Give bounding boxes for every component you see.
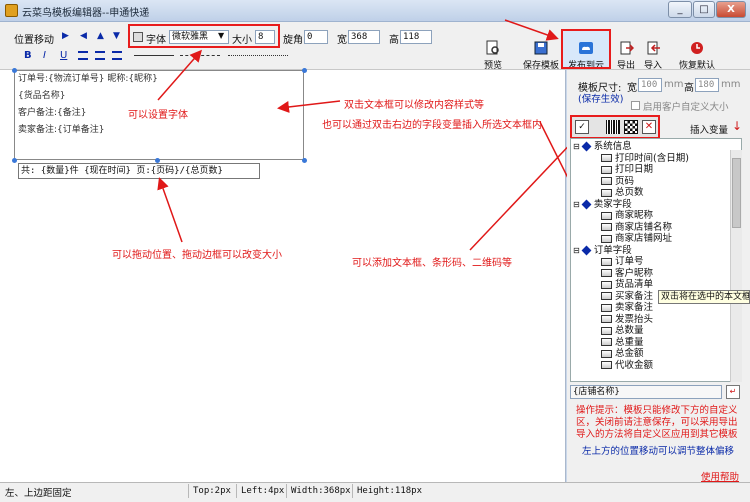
tree-item[interactable]: 货品清单 [571,279,741,291]
tree-item[interactable]: 商家店铺网址 [571,233,741,245]
status-margin-fixed: 左、上边距固定 [5,488,72,499]
template-width-label: 宽 [627,83,637,94]
tree-label: 商家店铺名称 [615,221,673,233]
tree-label: 商家昵称 [615,210,654,221]
tree-group[interactable]: ⊟ 卖家字段 [571,199,741,211]
tree-label: 订单字段 [593,244,632,256]
field-icon [601,165,612,174]
tree-label: 总页数 [615,187,644,198]
field-icon [601,280,612,289]
tree-scrollbar[interactable] [730,150,742,382]
arrow-to-publish [504,19,559,41]
tree-label: 货品清单 [615,279,654,290]
arrow-to-add-tools [469,133,581,251]
tree-item[interactable]: 总金额 [571,348,741,360]
insert-icon[interactable]: ↵ [726,385,740,399]
status-left: Left:4px [236,484,284,498]
field-icon [601,326,612,335]
variable-preview-field[interactable]: {店铺名称} [570,385,722,399]
status-top: Top:2px [188,484,231,498]
tree-item[interactable]: 订单号 [571,256,741,268]
template-height-input[interactable]: 180 [695,78,719,92]
tree-item[interactable]: 打印日期 [571,164,741,176]
tree-label: 订单号 [615,256,644,267]
field-icon [601,303,612,312]
tree-label: 打印日期 [615,164,654,175]
template-width-input[interactable]: 100 [638,78,662,92]
tree-group[interactable]: ⊟ 系统信息 [571,141,741,153]
tree-label: 卖家字段 [593,198,632,210]
status-width: Width:368px [286,484,351,498]
tree-label: 代收金额 [615,359,654,371]
collapse-icon[interactable]: ⊟ [573,200,580,209]
tree-item[interactable]: 总重量 [571,337,741,349]
custom-size-label: 启用客户自定义大小 [643,102,729,113]
tree-item[interactable]: 页码 [571,176,741,188]
add-items-highlight-box [570,115,660,139]
insert-variable-label: 插入变量 [690,125,729,136]
template-width-unit: mm [664,79,684,90]
field-icon [601,223,612,231]
collapse-icon[interactable]: ⊟ [573,246,580,255]
tree-label: 买家备注 [615,290,654,302]
folder-icon [581,245,592,255]
variable-tree[interactable]: ⊟ 系统信息 打印时间(含日期) 打印日期 页码 总页数 ⊟ 卖家字段 商家昵称 商家店铺名称 商家… [570,138,742,382]
insert-variable-arrow-icon[interactable]: ↓ [732,119,742,133]
position-move-tip: 左上方的位置移动可以调节整体偏移 [582,446,735,457]
field-icon [601,211,612,220]
arrow-to-textbox [277,100,341,113]
arrow-to-footer [157,177,183,243]
tree-item[interactable]: 客户昵称 [571,268,741,280]
tree-item[interactable]: 打印时间(含日期) [571,153,741,165]
tree-label: 页码 [615,175,635,187]
tree-label: 客户昵称 [615,267,654,279]
status-height: Height:118px [352,484,422,498]
field-icon [601,361,612,369]
field-icon [601,349,612,358]
template-height-unit: mm [721,79,741,90]
field-icon [601,177,612,185]
field-icon [601,269,612,277]
tree-item[interactable]: 总页数 [571,187,741,199]
field-icon [601,315,612,323]
help-link[interactable]: 使用帮助 [701,469,739,483]
arrow-to-font [157,49,202,101]
tree-item[interactable]: 商家昵称 [571,210,741,222]
folder-icon [581,199,592,209]
tree-label: 卖家备注 [615,302,654,313]
tree-group[interactable]: ⊟ 订单字段 [571,245,741,257]
tree-label: 商家店铺网址 [615,233,673,244]
custom-size-checkbox[interactable] [631,101,640,110]
folder-icon [581,141,592,152]
tree-label: 总重量 [615,336,644,348]
field-icon [601,257,612,266]
field-icon [601,188,612,197]
tree-label: 总数量 [615,325,644,336]
tree-label: 打印时间(含日期) [615,152,689,164]
tree-scroll-thumb[interactable] [732,158,741,228]
field-icon [601,154,612,162]
operation-tip: 操作提示：模板只能修改下方的自定义区，关闭前请注意保存，可以采用导出导入的方法将… [576,405,738,440]
tree-item[interactable]: 发票抬头 [571,314,741,326]
tree-label: 发票抬头 [615,313,654,325]
field-icon [601,292,612,300]
tree-label: 系统信息 [593,141,632,152]
tree-item[interactable]: 代收金额 [571,360,741,372]
field-icon [601,338,612,346]
collapse-icon[interactable]: ⊟ [573,142,580,151]
template-height-label: 高 [684,83,694,94]
tree-item[interactable]: 商家店铺名称 [571,222,741,234]
tree-tooltip: 双击将在选中的本文框 [658,290,750,304]
tree-item[interactable]: 总数量 [571,325,741,337]
field-icon [601,234,612,243]
tree-label: 总金额 [615,348,644,359]
save-effective-note: (保存生效) [578,94,624,105]
